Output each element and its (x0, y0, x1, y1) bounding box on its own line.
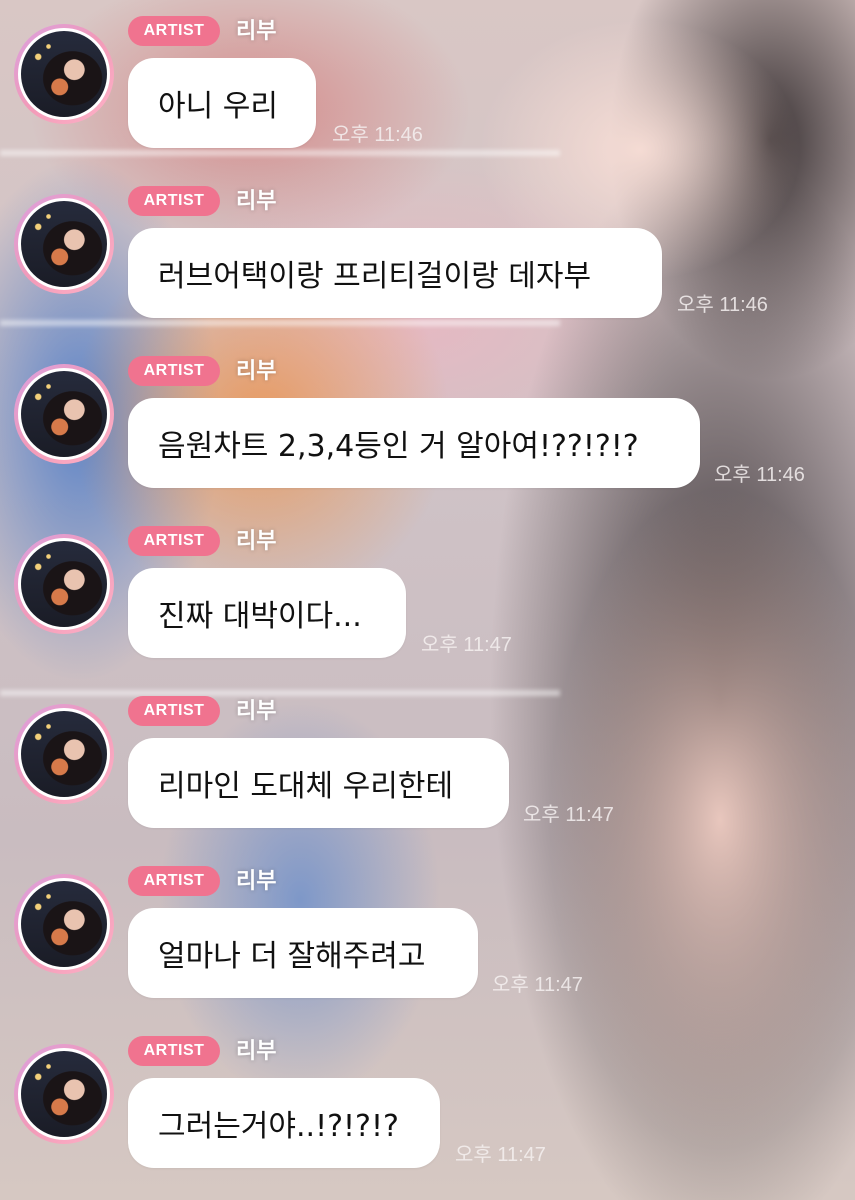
artist-avatar[interactable] (14, 1044, 114, 1144)
sender-name: 리부 (236, 1039, 277, 1064)
artist-avatar[interactable] (14, 364, 114, 464)
sender-name: 리부 (236, 189, 277, 214)
artist-badge: ARTIST (128, 526, 220, 556)
message-time: 오후 11:46 (332, 124, 423, 146)
artist-badge: ARTIST (128, 356, 220, 386)
message-bubble[interactable]: 리마인 도대체 우리한테 (128, 738, 509, 828)
artist-badge: ARTIST (128, 186, 220, 216)
message-bubble[interactable]: 아니 우리 (128, 58, 316, 148)
artist-badge: ARTIST (128, 1036, 220, 1066)
sender-name: 리부 (236, 19, 277, 44)
message-time: 오후 11:47 (421, 634, 512, 656)
message-bubble[interactable]: 진짜 대박이다... (128, 568, 406, 658)
chat-message: ARTIST 리부 러브어택이랑 프리티걸이랑 데자부 오후 11:46 (0, 170, 855, 340)
artist-badge: ARTIST (128, 16, 220, 46)
chat-message: ARTIST 리부 얼마나 더 잘해주려고 오후 11:47 (0, 850, 855, 1020)
message-bubble[interactable]: 그러는거야..!?!?!? (128, 1078, 440, 1168)
message-time: 오후 11:47 (455, 1144, 546, 1166)
artist-avatar[interactable] (14, 24, 114, 124)
message-time: 오후 11:46 (714, 464, 805, 486)
chat-message: ARTIST 리부 아니 우리 오후 11:46 (0, 0, 855, 170)
message-bubble[interactable]: 얼마나 더 잘해주려고 (128, 908, 478, 998)
artist-avatar[interactable] (14, 874, 114, 974)
artist-badge: ARTIST (128, 696, 220, 726)
artist-avatar[interactable] (14, 194, 114, 294)
message-time: 오후 11:46 (677, 294, 768, 316)
sender-name: 리부 (236, 359, 277, 384)
artist-avatar[interactable] (14, 534, 114, 634)
artist-avatar[interactable] (14, 704, 114, 804)
message-bubble[interactable]: 러브어택이랑 프리티걸이랑 데자부 (128, 228, 662, 318)
chat-message: ARTIST 리부 리마인 도대체 우리한테 오후 11:47 (0, 680, 855, 850)
chat-message: ARTIST 리부 진짜 대박이다... 오후 11:47 (0, 510, 855, 680)
sender-name: 리부 (236, 529, 277, 554)
chat-message: ARTIST 리부 그러는거야..!?!?!? 오후 11:47 (0, 1020, 855, 1190)
sender-name: 리부 (236, 869, 277, 894)
artist-badge: ARTIST (128, 866, 220, 896)
chat-message: ARTIST 리부 음원차트 2,3,4등인 거 알아여!??!?!? 오후 1… (0, 340, 855, 510)
message-bubble[interactable]: 음원차트 2,3,4등인 거 알아여!??!?!? (128, 398, 700, 488)
message-time: 오후 11:47 (492, 974, 583, 996)
sender-name: 리부 (236, 699, 277, 724)
message-time: 오후 11:47 (523, 804, 614, 826)
